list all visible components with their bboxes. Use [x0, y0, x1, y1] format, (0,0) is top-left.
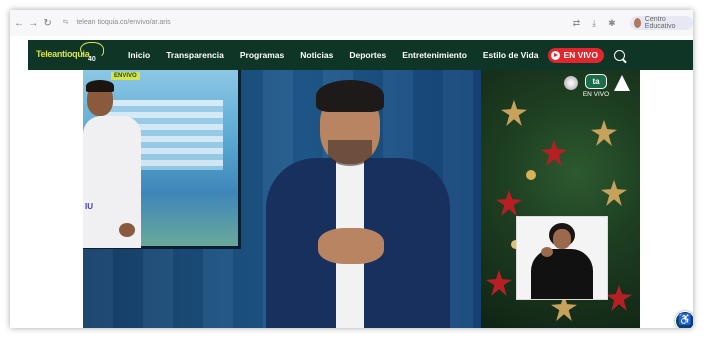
avatar	[633, 18, 641, 28]
menu-item-inicio[interactable]: Inicio	[128, 50, 150, 60]
shirt-logo: IU	[85, 202, 93, 211]
extensions-icon[interactable]: ✱	[608, 18, 616, 29]
menu-item-deportes[interactable]: Deportes	[349, 50, 386, 60]
live-button[interactable]: EN VIVO	[548, 47, 604, 63]
translate-icon[interactable]: ⇄	[573, 18, 581, 29]
anchor-hands	[318, 228, 384, 264]
accessibility-icon[interactable]: ♿	[675, 311, 693, 328]
menu-item-entretenimiento[interactable]: Entretenimiento	[402, 50, 467, 60]
live-button-label: EN VIVO	[563, 50, 598, 60]
menu-item-estilo-de-vida[interactable]: Estilo de Vida	[483, 50, 539, 60]
poinsettia-decoration	[591, 120, 617, 146]
reload-icon[interactable]: ↻	[42, 18, 52, 29]
toolbar-icons: ⇄ ⤓ ✱	[573, 18, 616, 29]
site-logo[interactable]: Teleantioquia 40	[36, 40, 108, 70]
channel-overlay: ta EN VIVO	[564, 74, 630, 98]
browser-window: ← → ↻ ⇆ telean tioquia.co/envivo/ar.aris…	[10, 10, 693, 328]
menu-item-transparencia[interactable]: Transparencia	[166, 50, 224, 60]
site-navigation: Teleantioquia 40 Inicio Transparencia Pr…	[28, 40, 693, 70]
poinsettia-decoration	[541, 140, 567, 166]
channel-live-label: EN VIVO	[582, 91, 610, 98]
anchor-hair	[316, 80, 384, 112]
profile-label: Centro Educativo	[644, 16, 676, 30]
interpreter-body	[531, 249, 593, 299]
channel-badge: ta EN VIVO	[583, 74, 609, 98]
news-anchor	[258, 80, 458, 328]
search-icon[interactable]	[613, 49, 625, 61]
live-video-player[interactable]: ENVIVO IU ta EN VIVO	[83, 70, 640, 328]
back-icon[interactable]: ←	[14, 18, 24, 29]
download-icon[interactable]: ⤓	[592, 18, 596, 29]
profile-chip[interactable]: Centro Educativo	[629, 16, 693, 30]
menu-item-programas[interactable]: Programas	[240, 50, 284, 60]
url-text: telean tioquia.co/envivo/ar.aris	[76, 19, 171, 26]
studio-screen: ENVIVO IU	[83, 70, 241, 249]
address-bar[interactable]: ⇆ telean tioquia.co/envivo/ar.aris	[63, 16, 483, 30]
poinsettia-decoration	[496, 190, 522, 216]
logo-year: 40	[88, 56, 96, 63]
main-menu: Inicio Transparencia Programas Noticias …	[128, 47, 625, 63]
site-info-icon[interactable]: ⇆	[63, 19, 69, 26]
poinsettia-decoration	[601, 180, 627, 206]
channel-logo: ta	[585, 74, 607, 89]
screen-presenter-hand	[119, 223, 135, 237]
ornament-icon	[564, 76, 578, 90]
anchor-beard	[328, 140, 372, 166]
forward-icon[interactable]: →	[28, 18, 38, 29]
sign-language-interpreter	[516, 216, 608, 300]
screen-presenter-hair	[86, 80, 114, 92]
poinsettia-decoration	[501, 100, 527, 126]
interpreter-face	[553, 229, 571, 249]
poinsettia-decoration	[606, 285, 632, 311]
browser-toolbar: ← → ↻ ⇆ telean tioquia.co/envivo/ar.aris…	[10, 10, 693, 36]
screen-presenter: IU	[83, 78, 143, 248]
play-icon	[551, 50, 561, 60]
poinsettia-decoration	[486, 270, 512, 296]
ornament-ball	[526, 170, 536, 180]
interpreter-hand	[541, 247, 553, 257]
menu-item-noticias[interactable]: Noticias	[300, 50, 333, 60]
tree-icon	[614, 75, 630, 91]
